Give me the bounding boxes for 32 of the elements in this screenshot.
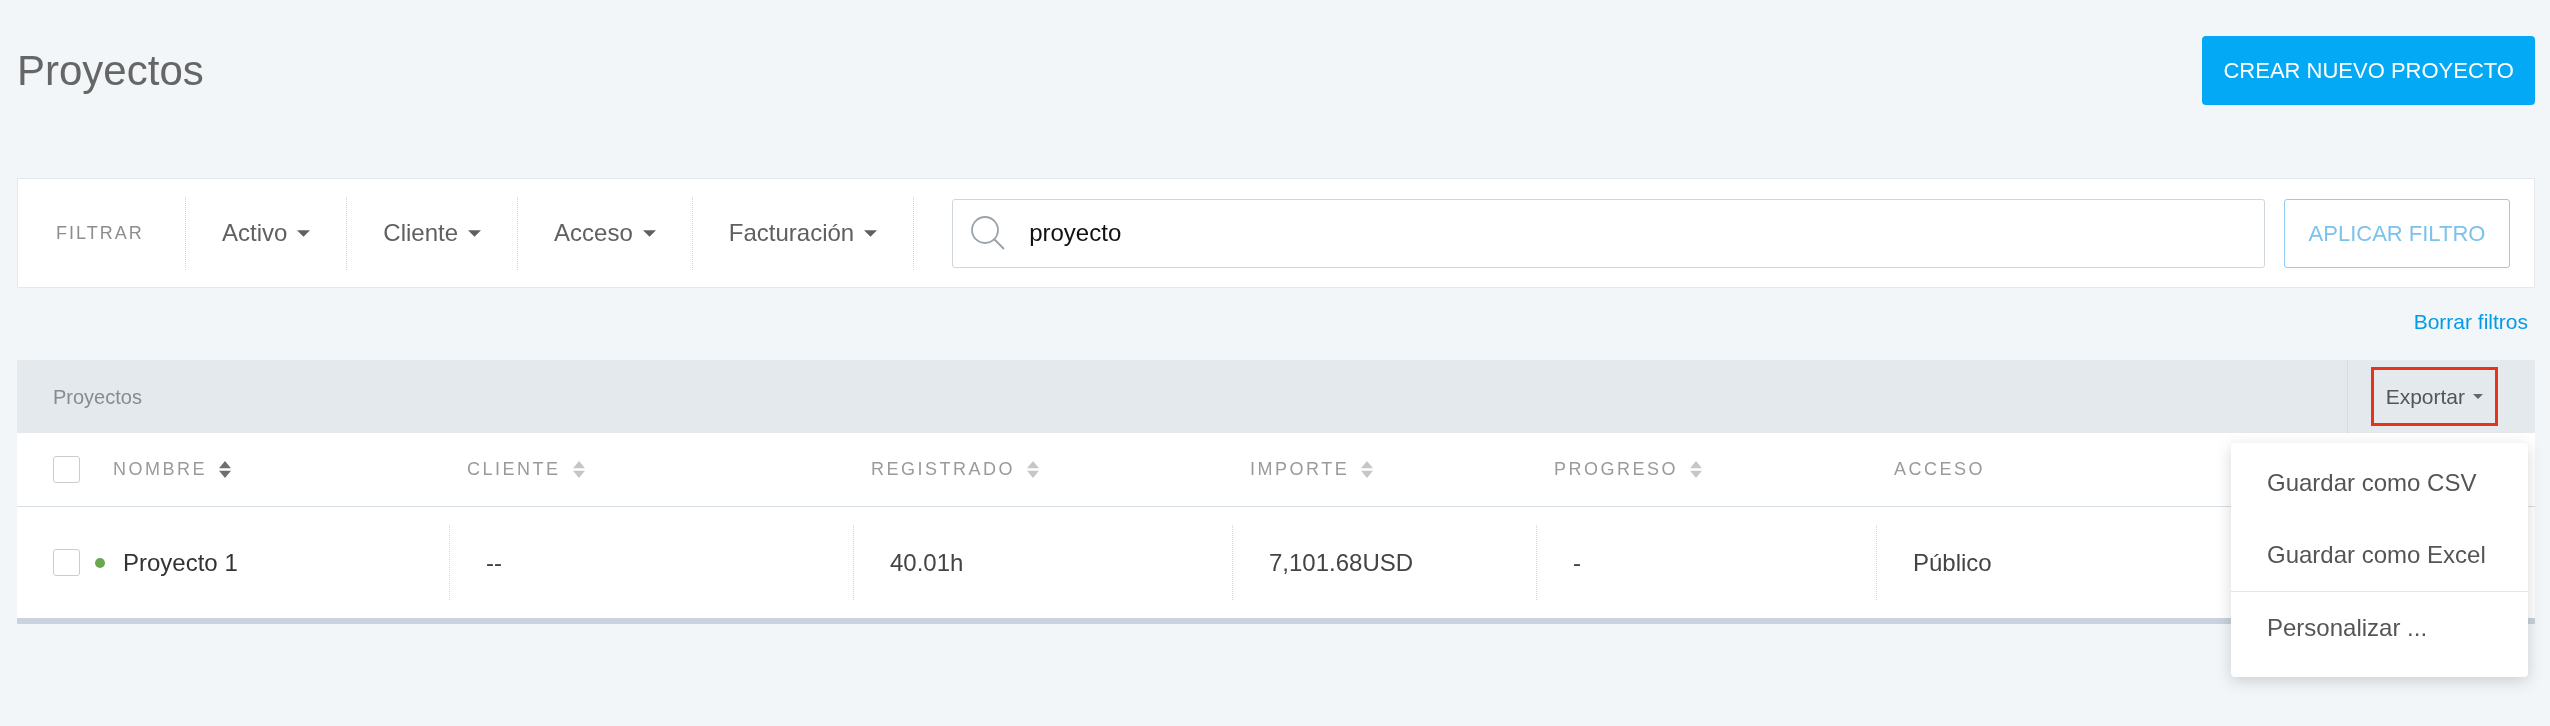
menu-item[interactable]: Guardar como Excel — [2231, 519, 2528, 591]
caret-icon — [864, 229, 878, 237]
filter-dropdown[interactable]: Facturación — [728, 215, 878, 251]
caret-icon — [468, 229, 482, 237]
table-cell-text: 40.01h — [890, 547, 964, 578]
page-title: Proyectos — [17, 45, 204, 96]
filter-dropdown[interactable]: Activo — [222, 215, 311, 251]
search-field[interactable]: proyecto — [952, 198, 2265, 268]
checkbox[interactable] — [53, 456, 80, 483]
filter-dropdown[interactable]: Acceso — [554, 215, 656, 251]
menu-item[interactable]: Personalizar ... — [2231, 592, 2528, 664]
table-cell-text: - — [1573, 547, 1581, 578]
sort-icon — [1690, 461, 1703, 478]
sort-icon — [1027, 461, 1039, 478]
project-name[interactable]: Proyecto 1 — [123, 544, 238, 581]
filter-dropdown[interactable]: Cliente — [383, 215, 482, 251]
checkbox[interactable] — [53, 549, 80, 576]
column-header: ACCESO — [1894, 458, 1986, 481]
table-cell-text: Público — [1913, 547, 1992, 578]
caret-icon — [2473, 394, 2483, 399]
caret-icon — [642, 229, 656, 237]
menu-item[interactable]: Guardar como CSV — [2231, 447, 2528, 519]
caret-icon — [297, 229, 311, 237]
sort-icon — [1361, 461, 1374, 478]
filter-label: FILTRAR — [56, 221, 145, 245]
table-cell-text: 7,101.68USD — [1269, 547, 1414, 578]
sort-icon — [219, 461, 231, 478]
table-cell-text: -- — [486, 547, 502, 578]
table-title: Proyectos — [53, 384, 142, 410]
sort-icon — [572, 461, 585, 478]
search-icon — [970, 214, 1007, 251]
export-button[interactable]: Exportar — [2370, 367, 2498, 426]
